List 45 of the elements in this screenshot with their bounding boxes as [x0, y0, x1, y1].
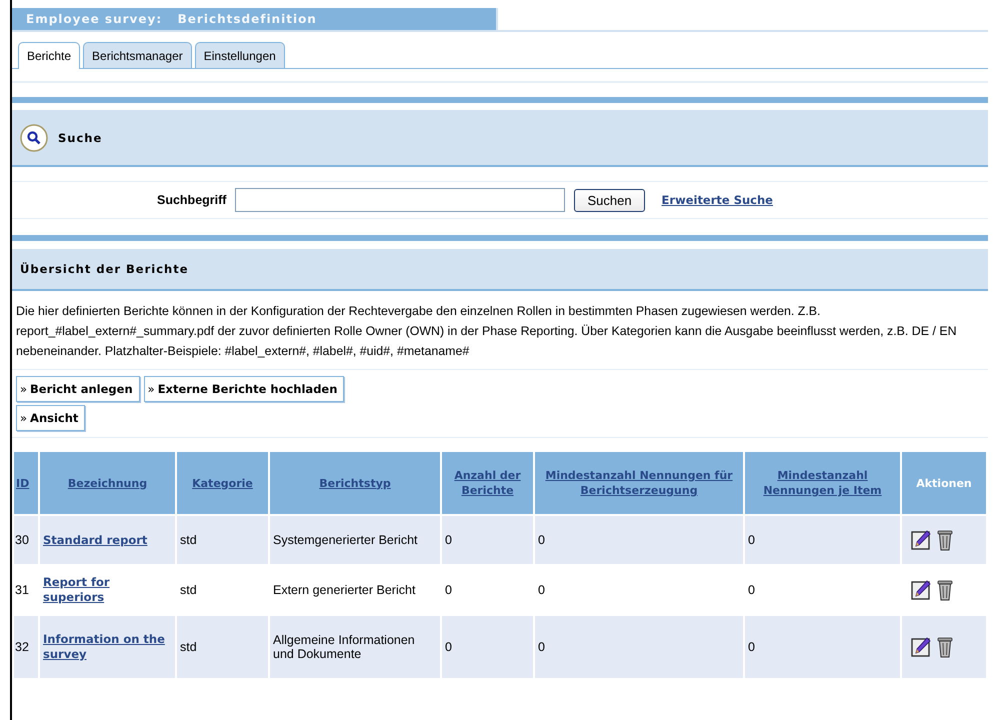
table-cell: 0	[748, 583, 755, 597]
tab[interactable]: Einstellungen	[194, 42, 285, 68]
tab[interactable]: Berichte	[18, 42, 80, 69]
field-label: Suchbegriff	[157, 193, 226, 207]
action-button[interactable]: » Externe Berichte hochladen	[144, 376, 344, 402]
section-title: Suche	[58, 130, 102, 144]
view-button[interactable]: » Ansicht	[16, 405, 86, 431]
table-cell: 0	[748, 640, 755, 654]
column-header-link[interactable]: Berichtstyp	[319, 476, 391, 490]
edit-icon[interactable]	[911, 529, 931, 551]
trash-icon[interactable]	[937, 529, 953, 551]
column-header-link[interactable]: Bezeichnung	[68, 476, 148, 490]
column-header-link[interactable]: Kategorie	[192, 476, 253, 490]
table-cell: Systemgenerierter Bericht	[273, 533, 418, 547]
table-cell: 0	[445, 533, 452, 547]
table-cell: 0	[538, 640, 545, 654]
table-cell: 30	[15, 533, 29, 547]
table-cell: 0	[538, 533, 545, 547]
table-cell: 0	[538, 583, 545, 597]
column-header-link[interactable]: ID	[16, 476, 30, 490]
table-cell: std	[180, 583, 197, 597]
table-cell: 0	[748, 533, 755, 547]
description-text: Die hier definierten Berichte können in der Konfiguration der Rechtevergabe den einzelnen Rollen in bestimmten Phasen zugewiesen werden. Z.B. report_#label_extern#_summary.pdf der zuvor definierten Rolle Owner (OWN) in der Phase Reporting. Über Kategorien kann die Ausgabe beeinflusst werden, z.B. DE / EN nebeneinander. Platzhalter-Beispiele: #label_extern#, #label#, #uid#, #metaname#	[12, 301, 988, 370]
edit-icon[interactable]	[911, 579, 931, 601]
table-cell: 0	[445, 640, 452, 654]
table-cell: Extern generierter Bericht	[273, 583, 416, 597]
tab[interactable]: Berichtsmanager	[83, 42, 192, 68]
search-icon	[20, 124, 48, 152]
table-cell: std	[180, 640, 197, 654]
search-field[interactable]	[235, 188, 566, 212]
section-title: Übersicht der Berichte	[20, 262, 189, 276]
trash-icon[interactable]	[937, 579, 953, 601]
report-name-link[interactable]: Report for superiors	[43, 575, 172, 605]
trash-icon[interactable]	[937, 636, 953, 658]
table-cell: std	[180, 533, 197, 547]
action-button[interactable]: » Bericht anlegen	[16, 376, 140, 402]
advanced-search-link[interactable]: Erweiterte Suche	[662, 193, 773, 207]
search-button[interactable]: Suchen	[574, 188, 645, 212]
table-cell: 31	[15, 583, 29, 597]
window-title: Employee survey: Berichtsdefinition	[12, 8, 498, 30]
edit-icon[interactable]	[911, 636, 931, 658]
table-cell: 0	[445, 583, 452, 597]
table-cell: 32	[15, 640, 29, 654]
column-header: Aktionen	[916, 476, 972, 490]
table-cell: Allgemeine Informationen und Dokumente	[273, 633, 415, 661]
